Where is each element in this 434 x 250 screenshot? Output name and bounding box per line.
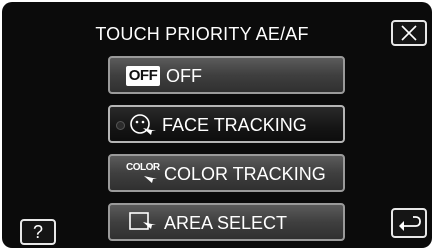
option-area-select-label: AREA SELECT bbox=[164, 213, 288, 233]
selected-indicator bbox=[116, 121, 125, 130]
return-icon bbox=[399, 216, 421, 231]
close-button[interactable] bbox=[391, 20, 427, 46]
off-icon: OFF bbox=[126, 66, 160, 86]
option-area-select[interactable]: AREA SELECT bbox=[108, 203, 345, 241]
menu-panel: TOUCH PRIORITY AE/AF OFF OFF FACE TRACKI… bbox=[2, 2, 432, 248]
menu-title: TOUCH PRIORITY AE/AF bbox=[95, 24, 309, 44]
option-off-label: OFF bbox=[166, 66, 202, 86]
off-icon-text: OFF bbox=[128, 67, 158, 84]
option-color-tracking[interactable]: COLOR COLOR TRACKING bbox=[108, 154, 345, 192]
option-face-tracking-label: FACE TRACKING bbox=[162, 115, 307, 135]
option-face-tracking[interactable]: FACE TRACKING bbox=[108, 105, 345, 143]
help-button[interactable]: ? bbox=[20, 219, 56, 245]
back-button[interactable] bbox=[391, 208, 427, 238]
option-off[interactable]: OFF OFF bbox=[108, 56, 345, 94]
face-tracking-icon bbox=[130, 114, 156, 135]
area-select-icon bbox=[129, 212, 156, 230]
screen: TOUCH PRIORITY AE/AF OFF OFF FACE TRACKI… bbox=[0, 0, 434, 250]
option-color-tracking-label: COLOR TRACKING bbox=[164, 164, 326, 184]
color-tracking-icon: COLOR bbox=[126, 162, 160, 188]
close-icon bbox=[401, 25, 417, 41]
